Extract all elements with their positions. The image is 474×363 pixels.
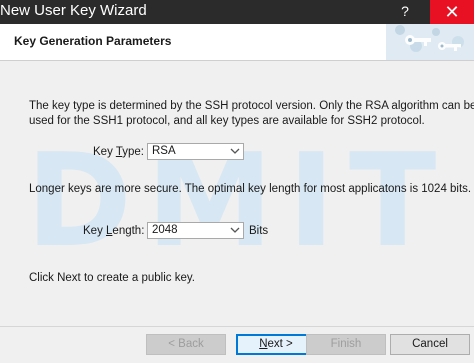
title-bar: New User Key Wizard ? ✕ xyxy=(0,0,474,24)
keys-graphic-icon xyxy=(386,24,474,60)
next-button-label: ext > xyxy=(267,338,293,350)
finish-button[interactable]: Finish xyxy=(306,334,386,355)
window-title: New User Key Wizard xyxy=(0,2,147,19)
key-length-value: 2048 xyxy=(152,224,178,236)
key-type-value: RSA xyxy=(152,145,176,157)
help-button[interactable]: ? xyxy=(396,3,414,19)
key-length-label-part: Key xyxy=(83,225,107,237)
key-type-label-part: Key xyxy=(93,146,116,158)
key-type-select[interactable]: RSA xyxy=(147,143,244,160)
chevron-down-icon xyxy=(230,227,240,233)
key-type-label-part: ype: xyxy=(122,146,144,158)
footer-divider xyxy=(0,326,474,327)
length-note-text: Longer keys are more secure. The optimal… xyxy=(29,183,472,195)
intro-text-line-1: The key type is determined by the SSH pr… xyxy=(29,100,474,112)
click-next-text: Click Next to create a public key. xyxy=(29,272,195,284)
back-button[interactable]: < Back xyxy=(146,334,226,355)
intro-text-line-2: used for the SSH1 protocol, and all key … xyxy=(29,115,425,127)
wizard-header: Key Generation Parameters xyxy=(0,24,474,61)
key-type-label: Key Type: xyxy=(93,146,144,158)
key-length-combo[interactable]: 2048 xyxy=(147,222,244,239)
next-button-mnemonic: N xyxy=(259,338,268,350)
close-button[interactable]: ✕ xyxy=(430,0,474,24)
next-button[interactable]: Next > xyxy=(236,334,316,355)
page-title: Key Generation Parameters xyxy=(14,34,172,48)
cancel-button[interactable]: Cancel xyxy=(390,334,470,355)
bits-label: Bits xyxy=(249,225,269,237)
chevron-down-icon xyxy=(230,148,240,154)
key-length-label: Key Length: xyxy=(83,225,144,237)
key-length-label-part: ength: xyxy=(112,225,145,237)
